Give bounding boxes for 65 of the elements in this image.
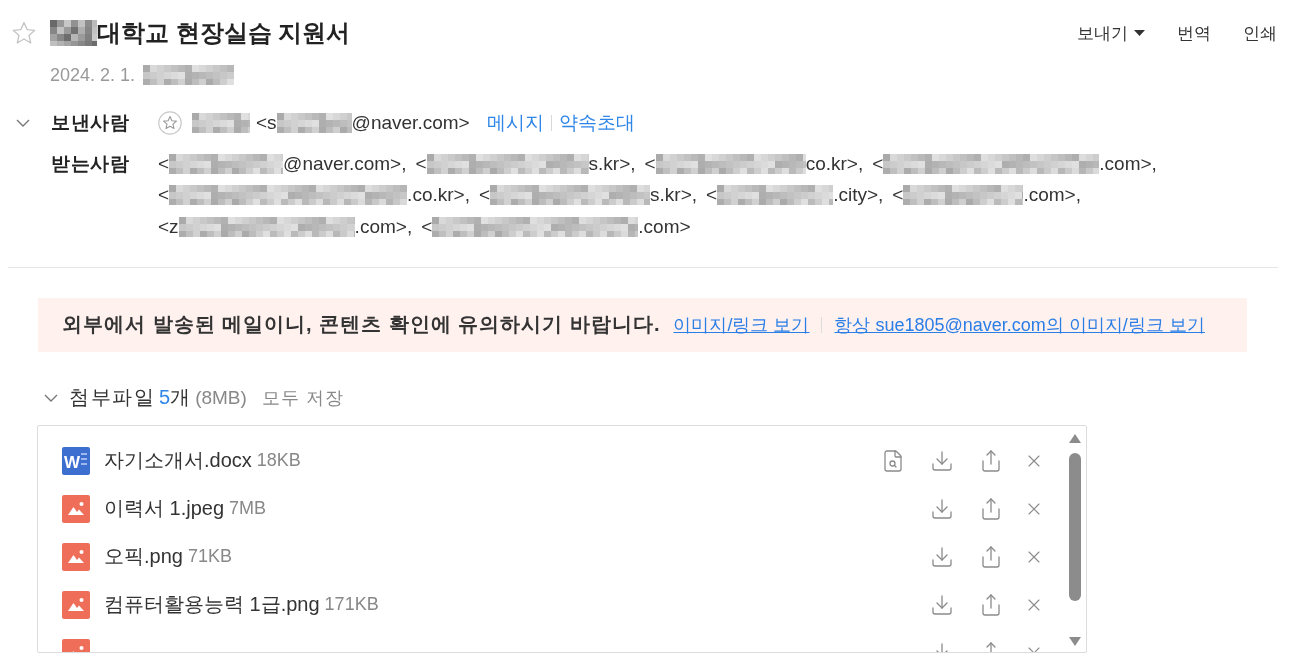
scrollbar-thumb[interactable] xyxy=(1069,452,1081,601)
address-end-text: .city>, xyxy=(833,184,884,207)
share-icon xyxy=(979,544,1003,569)
address-start-text: < xyxy=(872,152,884,175)
sender-label: 보낸사람 xyxy=(51,111,130,135)
star-icon[interactable] xyxy=(12,21,36,45)
address-end-text: co.kr>, xyxy=(805,152,864,175)
address-start-text: < xyxy=(892,184,904,207)
address-end-text: .com>, xyxy=(1023,184,1081,207)
image-file-icon xyxy=(62,542,90,571)
pixelated-redaction xyxy=(50,20,97,46)
address-end-text: @naver.com> xyxy=(351,111,470,134)
address-start-text: < xyxy=(478,184,491,207)
sender-action-link[interactable]: 메시지 xyxy=(486,109,544,136)
security-notice-text: 외부에서 발송된 메일이니, 콘텐츠 확인에 유의하시기 바랍니다. xyxy=(62,312,661,337)
chevron-down-icon[interactable] xyxy=(16,118,30,127)
total-size-text: (8MB) xyxy=(195,386,247,409)
address-end-text: .com> xyxy=(638,215,691,238)
address-end-text: s.kr>, xyxy=(650,184,698,207)
address-start-text: < xyxy=(421,215,433,238)
image-file-icon xyxy=(62,590,90,619)
file-name[interactable]: 컴퓨터활용능력 1급.png xyxy=(104,591,320,618)
word-file-icon: W xyxy=(62,446,90,475)
file-size: 18KB xyxy=(256,450,301,471)
save-all-button[interactable]: 모두 저장 xyxy=(261,385,344,410)
scroll-down-arrow-icon[interactable] xyxy=(1069,636,1081,646)
chevron-down-icon[interactable] xyxy=(44,393,58,402)
share-icon xyxy=(979,496,1003,521)
address-end-text: .com>, xyxy=(354,215,413,238)
address-start-text: < xyxy=(158,152,170,175)
file-name[interactable]: 자기소개서.docx xyxy=(104,447,252,474)
send-dropdown-button[interactable]: 보내기 xyxy=(1077,21,1145,45)
file-size: 171KB xyxy=(324,594,379,615)
address-start-text: < xyxy=(644,152,656,175)
address-end-text: s.kr>, xyxy=(588,152,636,175)
address-start-text: < xyxy=(706,184,718,207)
file-name[interactable]: 오픽.png xyxy=(104,543,183,570)
image-file-icon xyxy=(62,494,90,523)
email-date: 2024. 2. 1. xyxy=(50,64,136,86)
address-end-text: .com>, xyxy=(1099,152,1157,175)
file-search-icon xyxy=(881,448,905,473)
scroll-up-arrow-icon[interactable] xyxy=(1069,433,1081,443)
attachment-count: 5 xyxy=(159,386,171,409)
address-end-text: .co.kr>, xyxy=(407,184,470,207)
file-size: 7MB xyxy=(229,498,267,519)
file-name[interactable]: 이력서 1.jpeg xyxy=(104,495,225,522)
share-icon xyxy=(979,448,1003,473)
share-icon xyxy=(979,592,1003,617)
pixelated-redaction xyxy=(192,112,250,133)
address-start-text: < xyxy=(415,152,427,175)
attachments-label: 첨부파일 xyxy=(69,385,155,410)
show-images-link[interactable]: 이미지/링크 보기 xyxy=(673,312,810,337)
address-start-text: <s xyxy=(256,111,277,134)
address-start-text: <z xyxy=(158,215,179,238)
email-subject: 대학교 현장실습 지원서 xyxy=(97,18,351,48)
toolbar-button[interactable]: 인쇄 xyxy=(1243,21,1277,45)
toolbar-button[interactable]: 번역 xyxy=(1177,21,1211,45)
count-unit-text: 개 xyxy=(170,385,191,410)
show-images-link[interactable]: 항상 sue1805@naver.com의 이미지/링크 보기 xyxy=(834,312,1205,337)
file-size: 71KB xyxy=(187,546,232,567)
recipients-label: 받는사람 xyxy=(51,152,130,176)
caret-icon xyxy=(1134,30,1145,36)
address-start-text: < xyxy=(158,184,170,207)
address-end-text: @naver.com>, xyxy=(283,152,407,175)
sender-action-link[interactable]: 약속초대 xyxy=(558,109,635,136)
